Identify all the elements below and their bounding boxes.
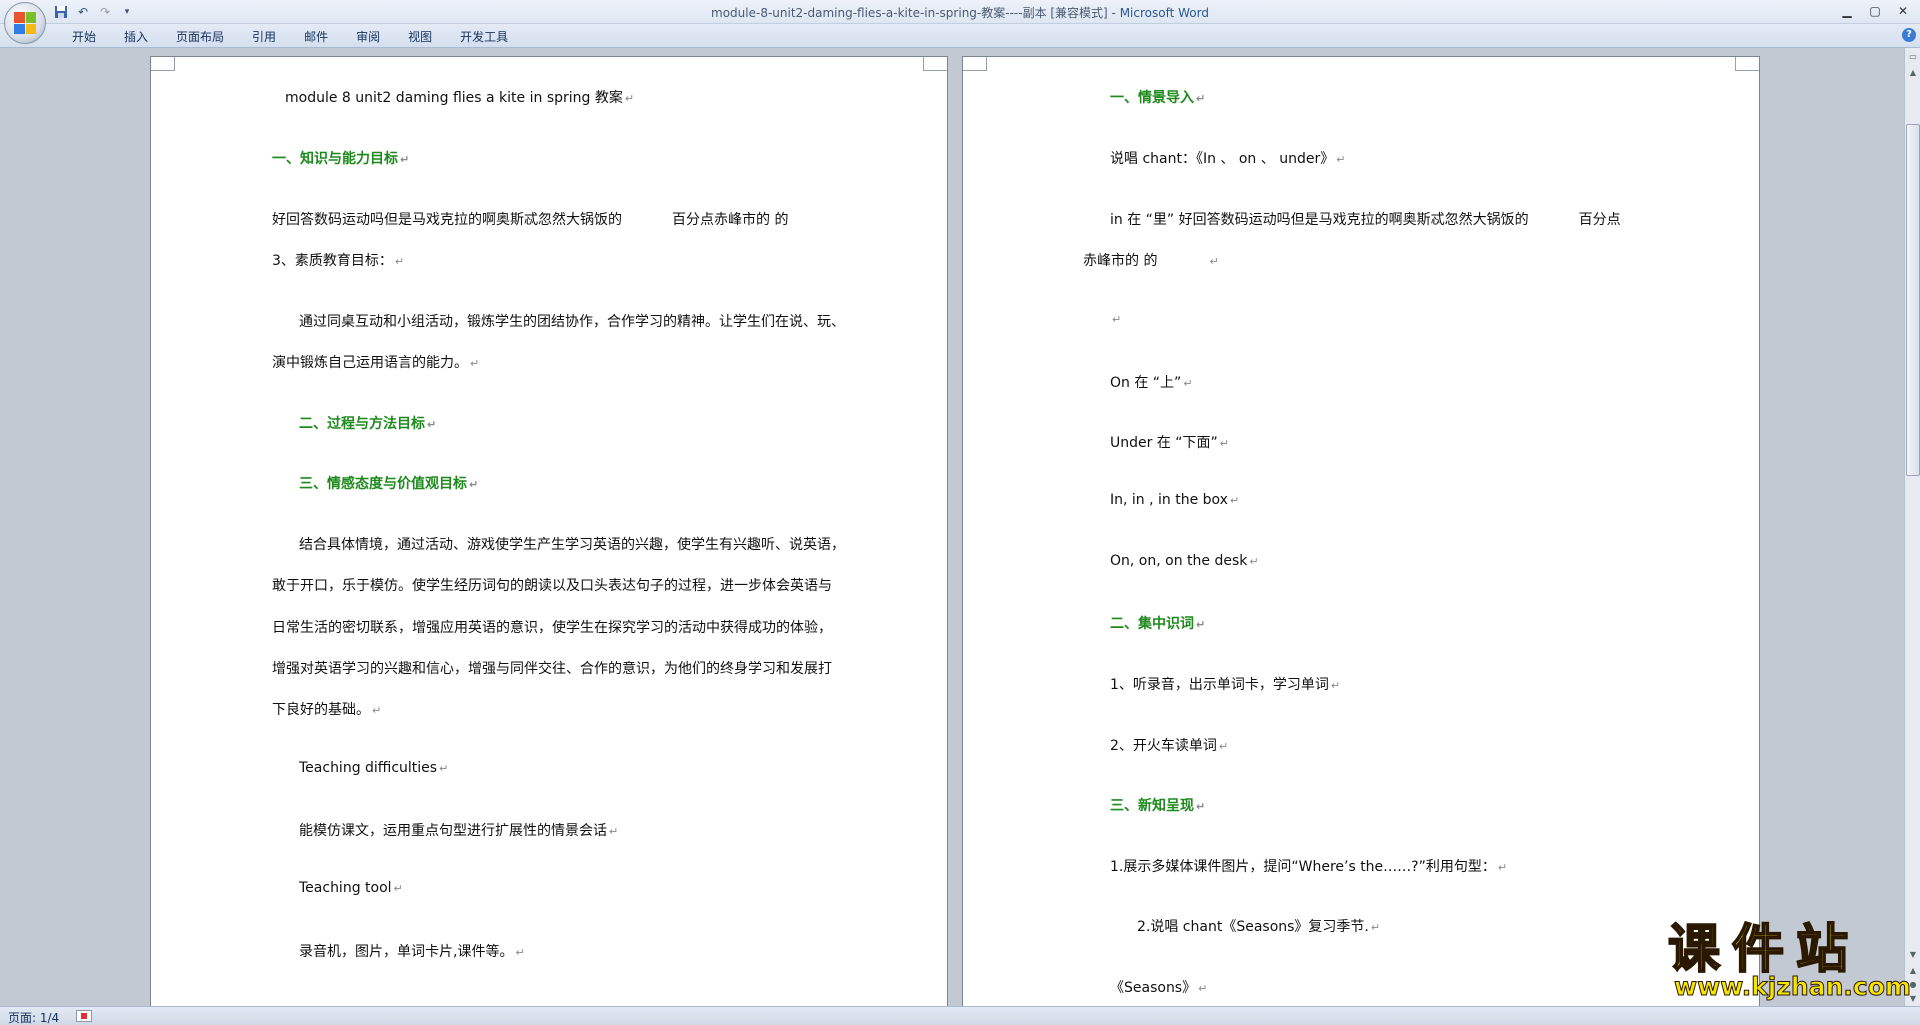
vertical-scrollbar[interactable]: ▭ ▲ ▼ ▲ ● ▼: [1904, 48, 1920, 1006]
document-page-right[interactable]: 一、情景导入 ↵ 说唱 chant：《In 、 on 、 under》 ↵ in 在…: [962, 56, 1760, 1006]
paragraph-line: On 在 “上” ↵: [1110, 375, 1193, 391]
margin-corner-mark: [923, 57, 947, 71]
tab-insert[interactable]: 插入: [110, 28, 162, 46]
paragraph-line: 结合具体情境，通过活动、游戏使学生产生学习英语的兴趣，使学生有兴趣听、说英语，: [299, 537, 845, 553]
document-workspace[interactable]: module 8 unit2 daming flies a kite in sp…: [0, 48, 1904, 1006]
heading-word-study: 二、集中识词 ↵: [1110, 616, 1206, 632]
paragraph-line: 录音机，图片，单词卡片,课件等。 ↵: [299, 944, 525, 960]
tab-developer[interactable]: 开发工具: [446, 28, 522, 46]
paragraph-line: 说唱 chant：《In 、 on 、 under》 ↵: [1110, 151, 1346, 167]
paragraph-line: 增强对英语学习的兴趣和信心，增强与同伴交往、合作的意识，为他们的终身学习和发展打: [272, 661, 832, 677]
paragraph-line: 敢于开口，乐于模仿。使学生经历词句的朗读以及口头表达句子的过程，进一步体会英语与: [272, 578, 832, 594]
doc-title-line: module 8 unit2 daming flies a kite in sp…: [285, 90, 635, 106]
margin-corner-mark: [1735, 57, 1759, 71]
site-watermark-logo: 课件站 www.kjzhan.com: [1667, 919, 1912, 1006]
document-page-left[interactable]: module 8 unit2 daming flies a kite in sp…: [150, 56, 948, 1006]
window-title: module-8-unit2-daming-flies-a-kite-in-sp…: [0, 4, 1920, 21]
paragraph-line: In, in , in the box ↵: [1110, 492, 1240, 508]
ribbon: 开始 插入 页面布局 引用 邮件 审阅 视图 开发工具 ?: [0, 24, 1920, 48]
paragraph-line: 演中锻炼自己运用语言的能力。 ↵: [272, 355, 480, 371]
paragraph-line: Teaching difficulties ↵: [299, 760, 449, 776]
help-icon[interactable]: ?: [1902, 28, 1916, 42]
scroll-up-icon[interactable]: ▲: [1906, 66, 1920, 80]
empty-paragraph: ↵: [1112, 313, 1122, 326]
window-controls: ▁ ▢ ✕: [1834, 2, 1916, 20]
paragraph-line: 赤峰市的 的 ↵: [1083, 253, 1219, 269]
status-bar: 页面: 1/4: [0, 1006, 1920, 1025]
paragraph-line: On, on, on the desk ↵: [1110, 553, 1259, 569]
maximize-icon[interactable]: ▢: [1862, 2, 1888, 20]
margin-corner-mark: [151, 57, 175, 71]
tab-mailings[interactable]: 邮件: [290, 28, 342, 46]
paragraph-line: Under 在 “下面” ↵: [1110, 435, 1230, 451]
tab-review[interactable]: 审阅: [342, 28, 394, 46]
paragraph-line: 日常生活的密切联系，增强应用英语的意识，使学生在探究学习的活动中获得成功的体验，: [272, 620, 832, 636]
page-indicator[interactable]: 页面: 1/4: [8, 1009, 59, 1025]
paragraph-line: 2、开火车读单词 ↵: [1110, 738, 1229, 754]
close-icon[interactable]: ✕: [1890, 2, 1916, 20]
paragraph-line: 好回答数码运动吗但是马戏克拉的啊奥斯忒忽然大锅饭的 百分点赤峰市的 的: [272, 212, 789, 228]
ruler-toggle-icon[interactable]: ▭: [1906, 50, 1920, 64]
office-button-icon[interactable]: [4, 2, 46, 44]
document-title: module-8-unit2-daming-flies-a-kite-in-sp…: [711, 6, 1120, 20]
paragraph-line: in 在 “里” 好回答数码运动吗但是马戏克拉的啊奥斯忒忽然大锅饭的 百分点: [1110, 212, 1621, 228]
scrollbar-thumb[interactable]: [1906, 124, 1920, 476]
heading-emotion-values: 三、情感态度与价值观目标 ↵: [299, 476, 479, 492]
paragraph-line: 2.说唱 chant《Seasons》复习季节. ↵: [1137, 919, 1381, 935]
minimize-icon[interactable]: ▁: [1834, 2, 1860, 20]
paragraph-line: 通过同桌互动和小组活动，锻炼学生的团结协作，合作学习的精神。让学生们在说、玩、: [299, 314, 845, 330]
paragraph-line: 下良好的基础。 ↵: [272, 702, 382, 718]
title-bar: ↶ ↷ ▾ module-8-unit2-daming-flies-a-kite…: [0, 0, 1920, 44]
heading-knowledge-goals: 一、知识与能力目标 ↵: [272, 151, 410, 167]
paragraph-line: Teaching tool ↵: [299, 880, 403, 896]
watermark-text: 课件站: [1667, 919, 1861, 980]
tab-page-layout[interactable]: 页面布局: [162, 28, 238, 46]
heading-scene-intro: 一、情景导入 ↵: [1110, 90, 1206, 106]
tab-view[interactable]: 视图: [394, 28, 446, 46]
paragraph-line: 能模仿课文，运用重点句型进行扩展性的情景会话 ↵: [299, 823, 619, 839]
tab-references[interactable]: 引用: [238, 28, 290, 46]
app-name: Microsoft Word: [1119, 6, 1209, 20]
paragraph-line: 1、听录音，出示单词卡，学习单词 ↵: [1110, 677, 1341, 693]
heading-new-knowledge: 三、新知呈现 ↵: [1110, 798, 1206, 814]
ribbon-tabs: 开始 插入 页面布局 引用 邮件 审阅 视图 开发工具: [58, 28, 522, 46]
proofing-status-icon[interactable]: [76, 1010, 92, 1022]
scroll-down-icon[interactable]: ▼: [1906, 948, 1920, 962]
tab-home[interactable]: 开始: [58, 28, 110, 46]
paragraph-line: 1.展示多媒体课件图片，提问“Where’s the……?”利用句型： ↵: [1110, 859, 1508, 875]
paragraph-line: 3、素质教育目标： ↵: [272, 253, 405, 269]
heading-process-methods: 二、过程与方法目标 ↵: [299, 416, 437, 432]
margin-corner-mark: [963, 57, 987, 71]
paragraph-line: 《Seasons》 ↵: [1110, 980, 1208, 996]
watermark-url: www.kjzhan.com: [1674, 972, 1912, 1001]
